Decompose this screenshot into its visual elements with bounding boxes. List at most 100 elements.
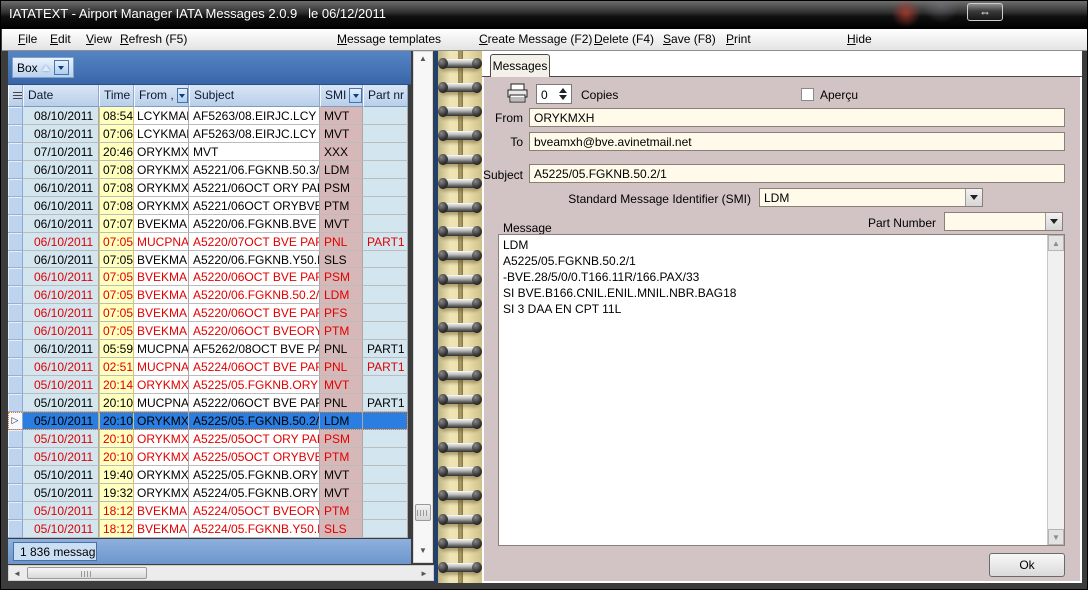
cell-part[interactable] (363, 161, 408, 179)
cell-from[interactable]: BVEKMAF (134, 322, 189, 340)
row-indicator[interactable] (8, 358, 23, 376)
cell-subject[interactable]: A5224/05.FGKNB.Y50.BVE (189, 520, 320, 538)
cell-part[interactable] (363, 179, 408, 197)
cell-time[interactable]: 18:12 (99, 502, 134, 520)
cell-time[interactable]: 20:10 (99, 394, 134, 412)
cell-from[interactable]: LCYKMAF (134, 125, 189, 143)
cell-subject[interactable]: A5225/05.FGKNB.ORY (189, 376, 320, 394)
cell-from[interactable]: ORYKMXH (134, 484, 189, 502)
cell-part[interactable] (363, 448, 408, 466)
column-header-subject[interactable]: Subject (189, 85, 320, 107)
cell-part[interactable] (363, 286, 408, 304)
cell-subject[interactable]: AF5263/08.EIRJC.LCY (189, 125, 320, 143)
cell-from[interactable]: BVEKMAF (134, 286, 189, 304)
cell-subject[interactable]: AF5263/08.EIRJC.LCY (189, 107, 320, 125)
column-header-from[interactable]: From , (134, 85, 189, 107)
cell-from[interactable]: BVEKMAF (134, 520, 189, 538)
cell-part[interactable] (363, 215, 408, 233)
header-indicator[interactable] (8, 85, 23, 107)
scroll-up-button[interactable]: ▲ (1048, 235, 1064, 251)
cell-smi[interactable]: MVT (320, 484, 363, 502)
cell-from[interactable]: ORYKMXH (134, 179, 189, 197)
table-row[interactable]: 08/10/201107:06LCYKMAFAF5263/08.EIRJC.LC… (8, 125, 408, 143)
cell-smi[interactable]: PNL (320, 340, 363, 358)
table-row[interactable]: 05/10/201120:10MUCPNAA5222/06OCT BVE PAR… (8, 394, 408, 412)
cell-date[interactable]: 05/10/2011 (23, 502, 99, 520)
cell-part[interactable] (363, 484, 408, 502)
cell-date[interactable]: 05/10/2011 (23, 430, 99, 448)
cell-date[interactable]: 06/10/2011 (23, 358, 99, 376)
cell-smi[interactable]: PNL (320, 233, 363, 251)
cell-subject[interactable]: MVT (189, 143, 320, 161)
to-field[interactable]: bveamxh@bve.avinetmail.net (529, 132, 1065, 151)
vertical-scrollbar[interactable]: ▲ ▼ (413, 51, 433, 563)
row-indicator[interactable]: ▷ (8, 412, 23, 430)
column-header-smi[interactable]: SMI (320, 85, 363, 107)
row-indicator[interactable] (8, 430, 23, 448)
cell-time[interactable]: 19:40 (99, 466, 134, 484)
row-indicator[interactable] (8, 197, 23, 215)
vertical-scroll-thumb[interactable] (415, 504, 431, 521)
scroll-right-button[interactable]: ► (416, 567, 432, 579)
row-indicator[interactable] (8, 268, 23, 286)
ok-button[interactable]: Ok (989, 553, 1065, 577)
message-scrollbar[interactable]: ▲ ▼ (1047, 235, 1064, 545)
cell-date[interactable]: 06/10/2011 (23, 251, 99, 269)
table-row[interactable]: 05/10/201119:32ORYKMXHA5224/05.FGKNB.ORY… (8, 484, 408, 502)
cell-part[interactable] (363, 376, 408, 394)
menu-item-refresh-f5[interactable]: Refresh (F5) (120, 32, 187, 46)
menu-item-print[interactable]: Print (726, 32, 751, 46)
cell-part[interactable] (363, 430, 408, 448)
part-number-dropdown[interactable] (944, 212, 1063, 231)
cell-from[interactable]: ORYKMXH (134, 412, 189, 430)
row-indicator[interactable] (8, 143, 23, 161)
table-row[interactable]: 05/10/201120:14ORYKMXHA5225/05.FGKNB.ORY… (8, 376, 408, 394)
table-row[interactable]: 06/10/201107:07BVEKMAFA5220/06.FGKNB.BVE… (8, 215, 408, 233)
row-indicator[interactable] (8, 215, 23, 233)
cell-from[interactable]: LCYKMAF (134, 107, 189, 125)
row-indicator[interactable] (8, 322, 23, 340)
cell-smi[interactable]: SLS (320, 520, 363, 538)
cell-time[interactable]: 07:05 (99, 268, 134, 286)
cell-part[interactable] (363, 304, 408, 322)
cell-date[interactable]: 08/10/2011 (23, 125, 99, 143)
cell-from[interactable]: ORYKMXH (134, 448, 189, 466)
cell-subject[interactable]: A5220/06OCT BVEORY PART1 (189, 322, 320, 340)
cell-time[interactable]: 20:14 (99, 376, 134, 394)
cell-date[interactable]: 06/10/2011 (23, 179, 99, 197)
table-row[interactable]: 05/10/201120:10ORYKMXHA5225/05OCT ORY PA… (8, 430, 408, 448)
cell-from[interactable]: BVEKMAF (134, 268, 189, 286)
cell-smi[interactable]: MVT (320, 125, 363, 143)
cell-subject[interactable]: A5221/06OCT ORY PART1 (189, 179, 320, 197)
cell-time[interactable]: 20:10 (99, 430, 134, 448)
cell-date[interactable]: 07/10/2011 (23, 143, 99, 161)
dropdown-arrow-button[interactable] (965, 189, 982, 206)
resize-button[interactable]: ⇔ (967, 3, 1003, 21)
row-indicator[interactable] (8, 251, 23, 269)
cell-part[interactable] (363, 520, 408, 538)
row-indicator[interactable] (8, 107, 23, 125)
cell-date[interactable]: 05/10/2011 (23, 520, 99, 538)
cell-date[interactable]: 06/10/2011 (23, 340, 99, 358)
column-header-time[interactable]: Time (99, 85, 134, 107)
cell-date[interactable]: 06/10/2011 (23, 322, 99, 340)
from-field[interactable]: ORYKMXH (529, 108, 1065, 127)
cell-date[interactable]: 06/10/2011 (23, 233, 99, 251)
cell-from[interactable]: ORYKMXH (134, 143, 189, 161)
cell-subject[interactable]: A5224/06OCT BVE PART1 (189, 358, 320, 376)
cell-smi[interactable]: PNL (320, 358, 363, 376)
cell-part[interactable] (363, 197, 408, 215)
table-row[interactable]: 06/10/201105:59MUCPNAAF5262/08OCT BVE PA… (8, 340, 408, 358)
cell-part[interactable] (363, 412, 408, 430)
cell-smi[interactable]: LDM (320, 412, 363, 430)
table-row[interactable]: 06/10/201107:05BVEKMAFA5220/06OCT BVE PA… (8, 304, 408, 322)
cell-subject[interactable]: A5220/06OCT BVE PART1 (189, 304, 320, 322)
cell-time[interactable]: 05:59 (99, 340, 134, 358)
cell-time[interactable]: 07:05 (99, 233, 134, 251)
from-filter-button[interactable] (177, 88, 188, 103)
cell-part[interactable] (363, 322, 408, 340)
cell-part[interactable] (363, 107, 408, 125)
cell-time[interactable]: 07:07 (99, 215, 134, 233)
message-textarea[interactable]: LDM A5225/05.FGKNB.50.2/1 -BVE.28/5/0/0.… (498, 234, 1065, 546)
cell-smi[interactable]: PSM (320, 179, 363, 197)
